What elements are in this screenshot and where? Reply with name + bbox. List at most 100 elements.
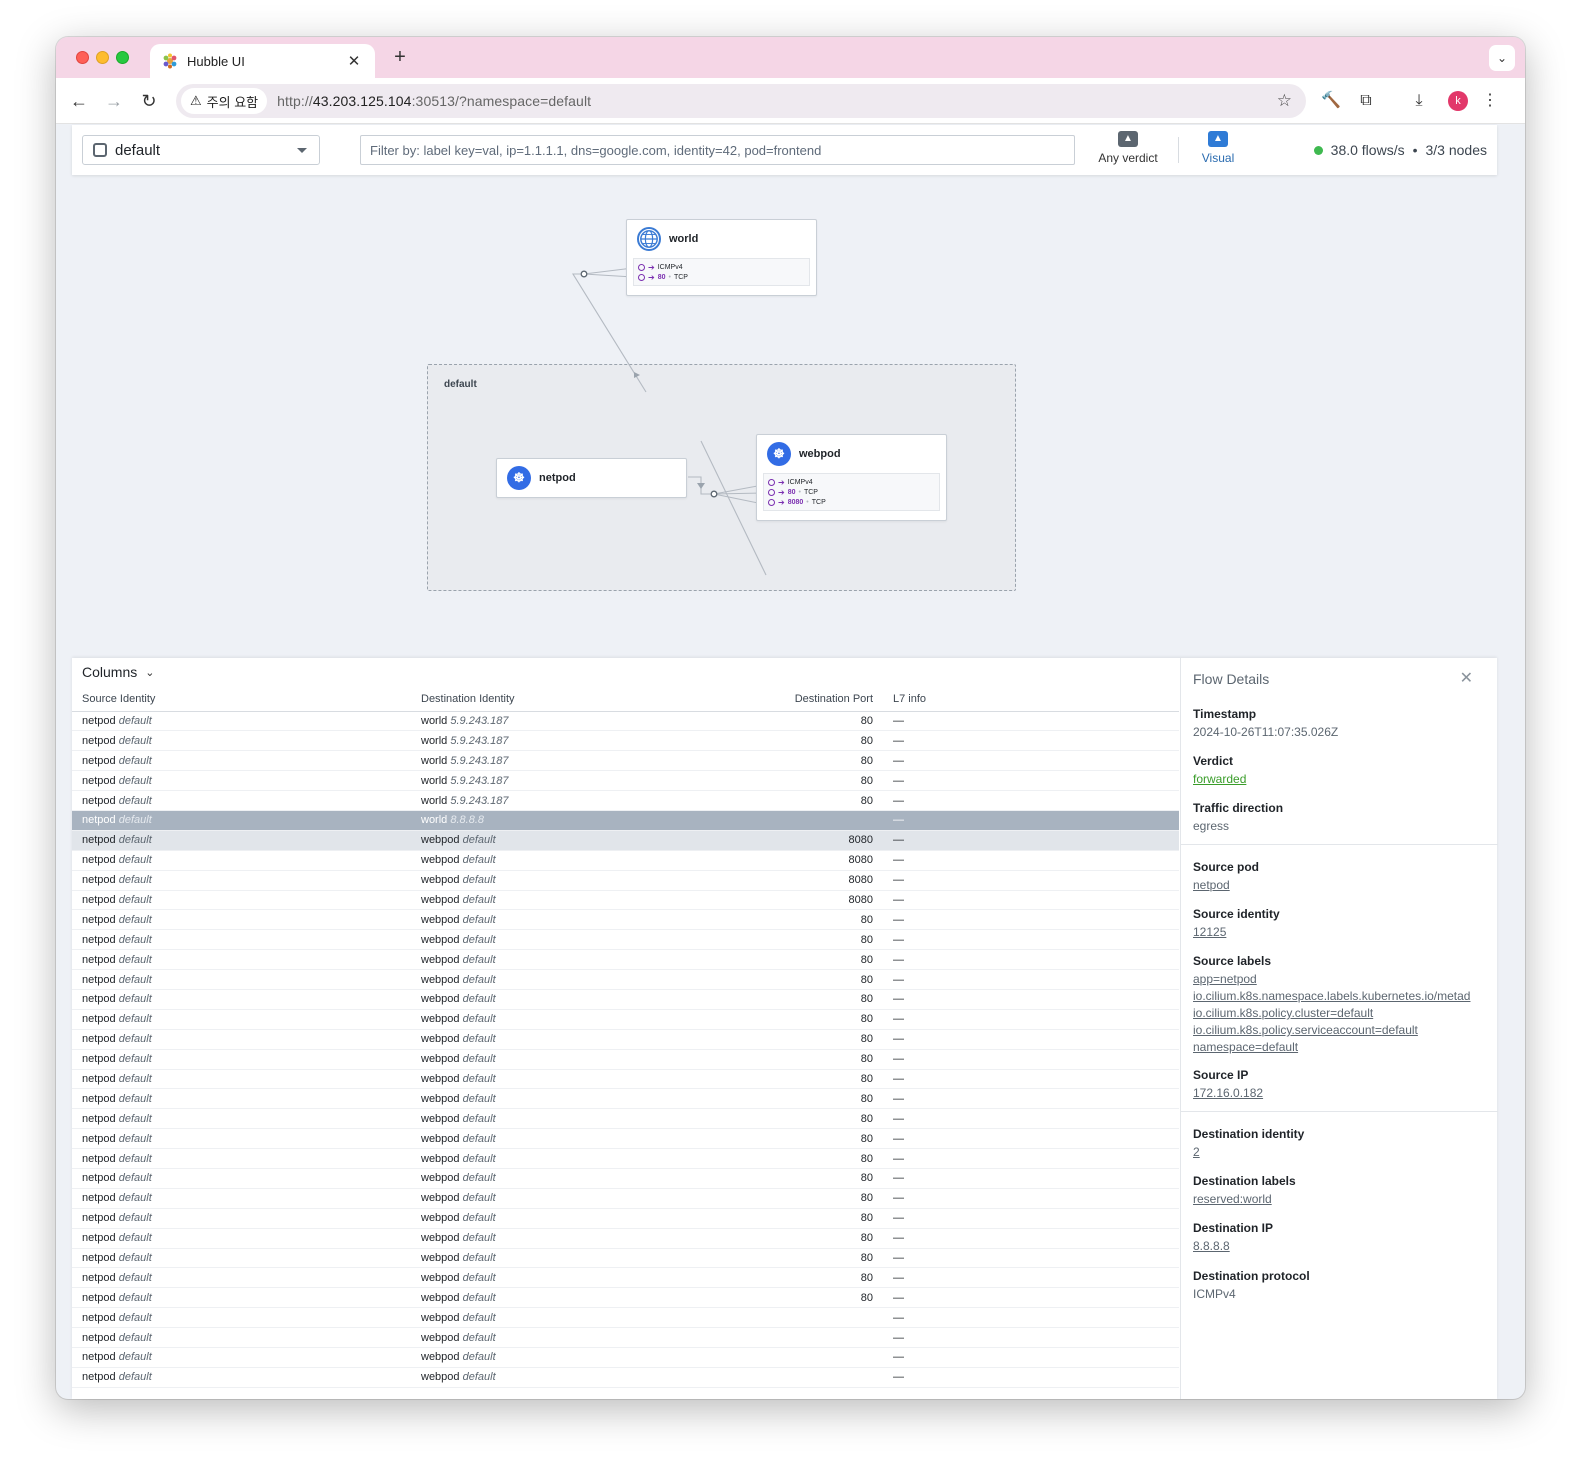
address-bar[interactable]: ⚠ 주의 요함 http://43.203.125.104:30513/?nam… bbox=[176, 84, 1306, 118]
table-row[interactable]: netpod default webpod default 80— bbox=[72, 1128, 1179, 1150]
profile-avatar[interactable]: k bbox=[1448, 91, 1468, 111]
source-identity-cell: netpod default bbox=[72, 949, 411, 971]
table-row[interactable]: netpod default webpod default 80— bbox=[72, 1168, 1179, 1189]
table-row[interactable]: netpod default world 5.9.243.187 80— bbox=[72, 770, 1179, 792]
table-row[interactable]: netpod default webpod default — bbox=[72, 1327, 1179, 1348]
back-arrow-icon[interactable]: ← bbox=[66, 88, 92, 114]
detail-source-ip: Source IP 172.16.0.182 bbox=[1193, 1068, 1263, 1102]
table-row[interactable]: netpod default webpod default 80— bbox=[72, 1208, 1179, 1229]
table-row[interactable]: netpod default world 5.9.243.187 80— bbox=[72, 790, 1179, 811]
download-icon[interactable]: ⤓ bbox=[1406, 88, 1432, 114]
netpod-node-card[interactable]: ☸ netpod bbox=[496, 458, 687, 498]
close-icon[interactable]: ✕ bbox=[1460, 668, 1473, 688]
url-text[interactable]: http://43.203.125.104:30513/?namespace=d… bbox=[277, 93, 591, 109]
table-row[interactable]: netpod default webpod default 80— bbox=[72, 1228, 1179, 1249]
chevron-down-icon: ⌄ bbox=[145, 666, 155, 679]
verdict-link[interactable]: forwarded bbox=[1193, 772, 1246, 786]
table-row[interactable]: netpod default webpod default 80— bbox=[72, 1049, 1179, 1070]
port-proto: TCP bbox=[811, 498, 826, 506]
namespace-selector[interactable]: default bbox=[82, 135, 320, 165]
table-row[interactable]: netpod default webpod default 80— bbox=[72, 989, 1179, 1010]
table-row[interactable]: netpod default webpod default 8080— bbox=[72, 850, 1179, 871]
verdict-filter-label: Any verdict bbox=[1098, 151, 1158, 165]
table-row[interactable]: netpod default world 8.8.8.8— bbox=[72, 810, 1179, 831]
source-namespace: default bbox=[118, 933, 152, 946]
source-label-link[interactable]: io.cilium.k8s.policy.serviceaccount=defa… bbox=[1193, 1023, 1418, 1037]
tab-close-icon[interactable]: ✕ bbox=[345, 52, 363, 70]
bookmark-star-icon[interactable]: ☆ bbox=[1277, 91, 1292, 111]
tab-hubble-ui[interactable]: Hubble UI ✕ bbox=[150, 44, 375, 78]
destination-name: webpod bbox=[421, 1251, 460, 1264]
header-l7-info[interactable]: L7 info bbox=[883, 687, 1179, 712]
flow-filter-input[interactable] bbox=[360, 135, 1075, 165]
table-row[interactable]: netpod default webpod default — bbox=[72, 1347, 1179, 1368]
destination-identity-cell: world 5.9.243.187 bbox=[411, 750, 750, 772]
destination-label-link[interactable]: reserved:world bbox=[1193, 1192, 1272, 1206]
close-window-button[interactable] bbox=[76, 51, 89, 64]
destination-name: webpod bbox=[421, 1232, 460, 1245]
source-identity-cell: netpod default bbox=[72, 1088, 411, 1110]
table-row[interactable]: netpod default webpod default 80— bbox=[72, 929, 1179, 951]
table-row[interactable]: netpod default webpod default 80— bbox=[72, 1188, 1179, 1209]
table-row[interactable]: netpod default webpod default 80— bbox=[72, 1029, 1179, 1050]
l7-info-cell: — bbox=[883, 1327, 1179, 1348]
table-row[interactable]: netpod default world 5.9.243.187 80— bbox=[72, 730, 1179, 752]
table-row[interactable]: netpod default webpod default 80— bbox=[72, 1287, 1179, 1309]
table-row[interactable]: netpod default world 5.9.243.187 80— bbox=[72, 750, 1179, 772]
table-row[interactable]: netpod default webpod default 80— bbox=[72, 909, 1179, 931]
world-node-card[interactable]: world ➔ ICMPv4 ➔ 80 • TCP bbox=[626, 219, 817, 296]
source-identity-cell: netpod default bbox=[72, 1168, 411, 1189]
edge-connector-world bbox=[580, 270, 588, 278]
columns-button[interactable]: Columns ⌄ bbox=[82, 664, 154, 680]
destination-namespace: default bbox=[462, 1251, 496, 1264]
destination-identity-link[interactable]: 2 bbox=[1193, 1145, 1200, 1159]
source-pod-link[interactable]: netpod bbox=[1193, 878, 1230, 892]
verdict-filter-button[interactable]: ▲ Any verdict bbox=[1092, 131, 1164, 171]
new-tab-button[interactable]: + bbox=[388, 45, 412, 69]
tab-search-button[interactable]: ⌄ bbox=[1489, 45, 1515, 71]
detail-destination-protocol: Destination protocol ICMPv4 bbox=[1193, 1269, 1310, 1303]
table-row[interactable]: netpod default webpod default — bbox=[72, 1367, 1179, 1388]
header-source-identity[interactable]: Source Identity bbox=[72, 687, 411, 712]
source-namespace: default bbox=[118, 1351, 152, 1364]
table-row[interactable]: netpod default webpod default 80— bbox=[72, 1108, 1179, 1130]
table-row[interactable]: netpod default world 5.9.243.187 80— bbox=[72, 711, 1179, 732]
webpod-node-card[interactable]: ☸ webpod ➔ ICMPv4 ➔ 80 • TCP ➔ 8080 • TCP bbox=[756, 434, 947, 521]
extensions-puzzle-icon[interactable]: ⧉ bbox=[1353, 88, 1379, 114]
port-proto: ICMPv4 bbox=[787, 478, 813, 486]
detail-label: Source IP bbox=[1193, 1068, 1249, 1082]
table-row[interactable]: netpod default webpod default 80— bbox=[72, 1088, 1179, 1110]
table-row[interactable]: netpod default webpod default — bbox=[72, 1307, 1179, 1329]
table-row[interactable]: netpod default webpod default 80— bbox=[72, 1009, 1179, 1030]
table-row[interactable]: netpod default webpod default 80— bbox=[72, 1069, 1179, 1090]
table-row[interactable]: netpod default webpod default 80— bbox=[72, 949, 1179, 971]
forward-arrow-icon[interactable]: → bbox=[101, 88, 127, 114]
maximize-window-button[interactable] bbox=[116, 51, 129, 64]
source-label-link[interactable]: app=netpod bbox=[1193, 972, 1257, 986]
visual-toggle-button[interactable]: ▲ Visual bbox=[1192, 131, 1244, 171]
extension-hammer-icon[interactable]: 🔨 bbox=[1318, 88, 1344, 114]
minimize-window-button[interactable] bbox=[96, 51, 109, 64]
reload-icon[interactable]: ↻ bbox=[136, 88, 162, 114]
service-map[interactable]: default world ➔ ICMPv4 ➔ 80 • TCP ☸ netp… bbox=[56, 177, 1525, 657]
source-label-link[interactable]: namespace=default bbox=[1193, 1040, 1298, 1054]
more-menu-icon[interactable]: ⋮ bbox=[1477, 88, 1503, 114]
table-row[interactable]: netpod default webpod default 8080— bbox=[72, 870, 1179, 891]
destination-ip-link[interactable]: 8.8.8.8 bbox=[1193, 1239, 1230, 1253]
table-row[interactable]: netpod default webpod default 80— bbox=[72, 1267, 1179, 1289]
table-row[interactable]: netpod default webpod default 8080— bbox=[72, 890, 1179, 911]
security-chip[interactable]: ⚠ 주의 요함 bbox=[181, 88, 268, 114]
table-row[interactable]: netpod default webpod default 8080— bbox=[72, 830, 1179, 851]
source-ip-link[interactable]: 172.16.0.182 bbox=[1193, 1086, 1263, 1100]
destination-name: webpod bbox=[421, 1072, 460, 1085]
table-row[interactable]: netpod default webpod default 80— bbox=[72, 1248, 1179, 1269]
source-label-link[interactable]: io.cilium.k8s.policy.cluster=default bbox=[1193, 1006, 1373, 1020]
header-destination-port[interactable]: Destination Port bbox=[750, 687, 883, 712]
destination-name: webpod bbox=[421, 1371, 460, 1384]
destination-port-cell bbox=[750, 1327, 883, 1348]
table-row[interactable]: netpod default webpod default 80— bbox=[72, 969, 1179, 990]
header-destination-identity[interactable]: Destination Identity bbox=[411, 687, 750, 712]
table-row[interactable]: netpod default webpod default 80— bbox=[72, 1148, 1179, 1169]
source-label-link[interactable]: io.cilium.k8s.namespace.labels.kubernete… bbox=[1193, 989, 1470, 1003]
source-identity-link[interactable]: 12125 bbox=[1193, 925, 1226, 939]
